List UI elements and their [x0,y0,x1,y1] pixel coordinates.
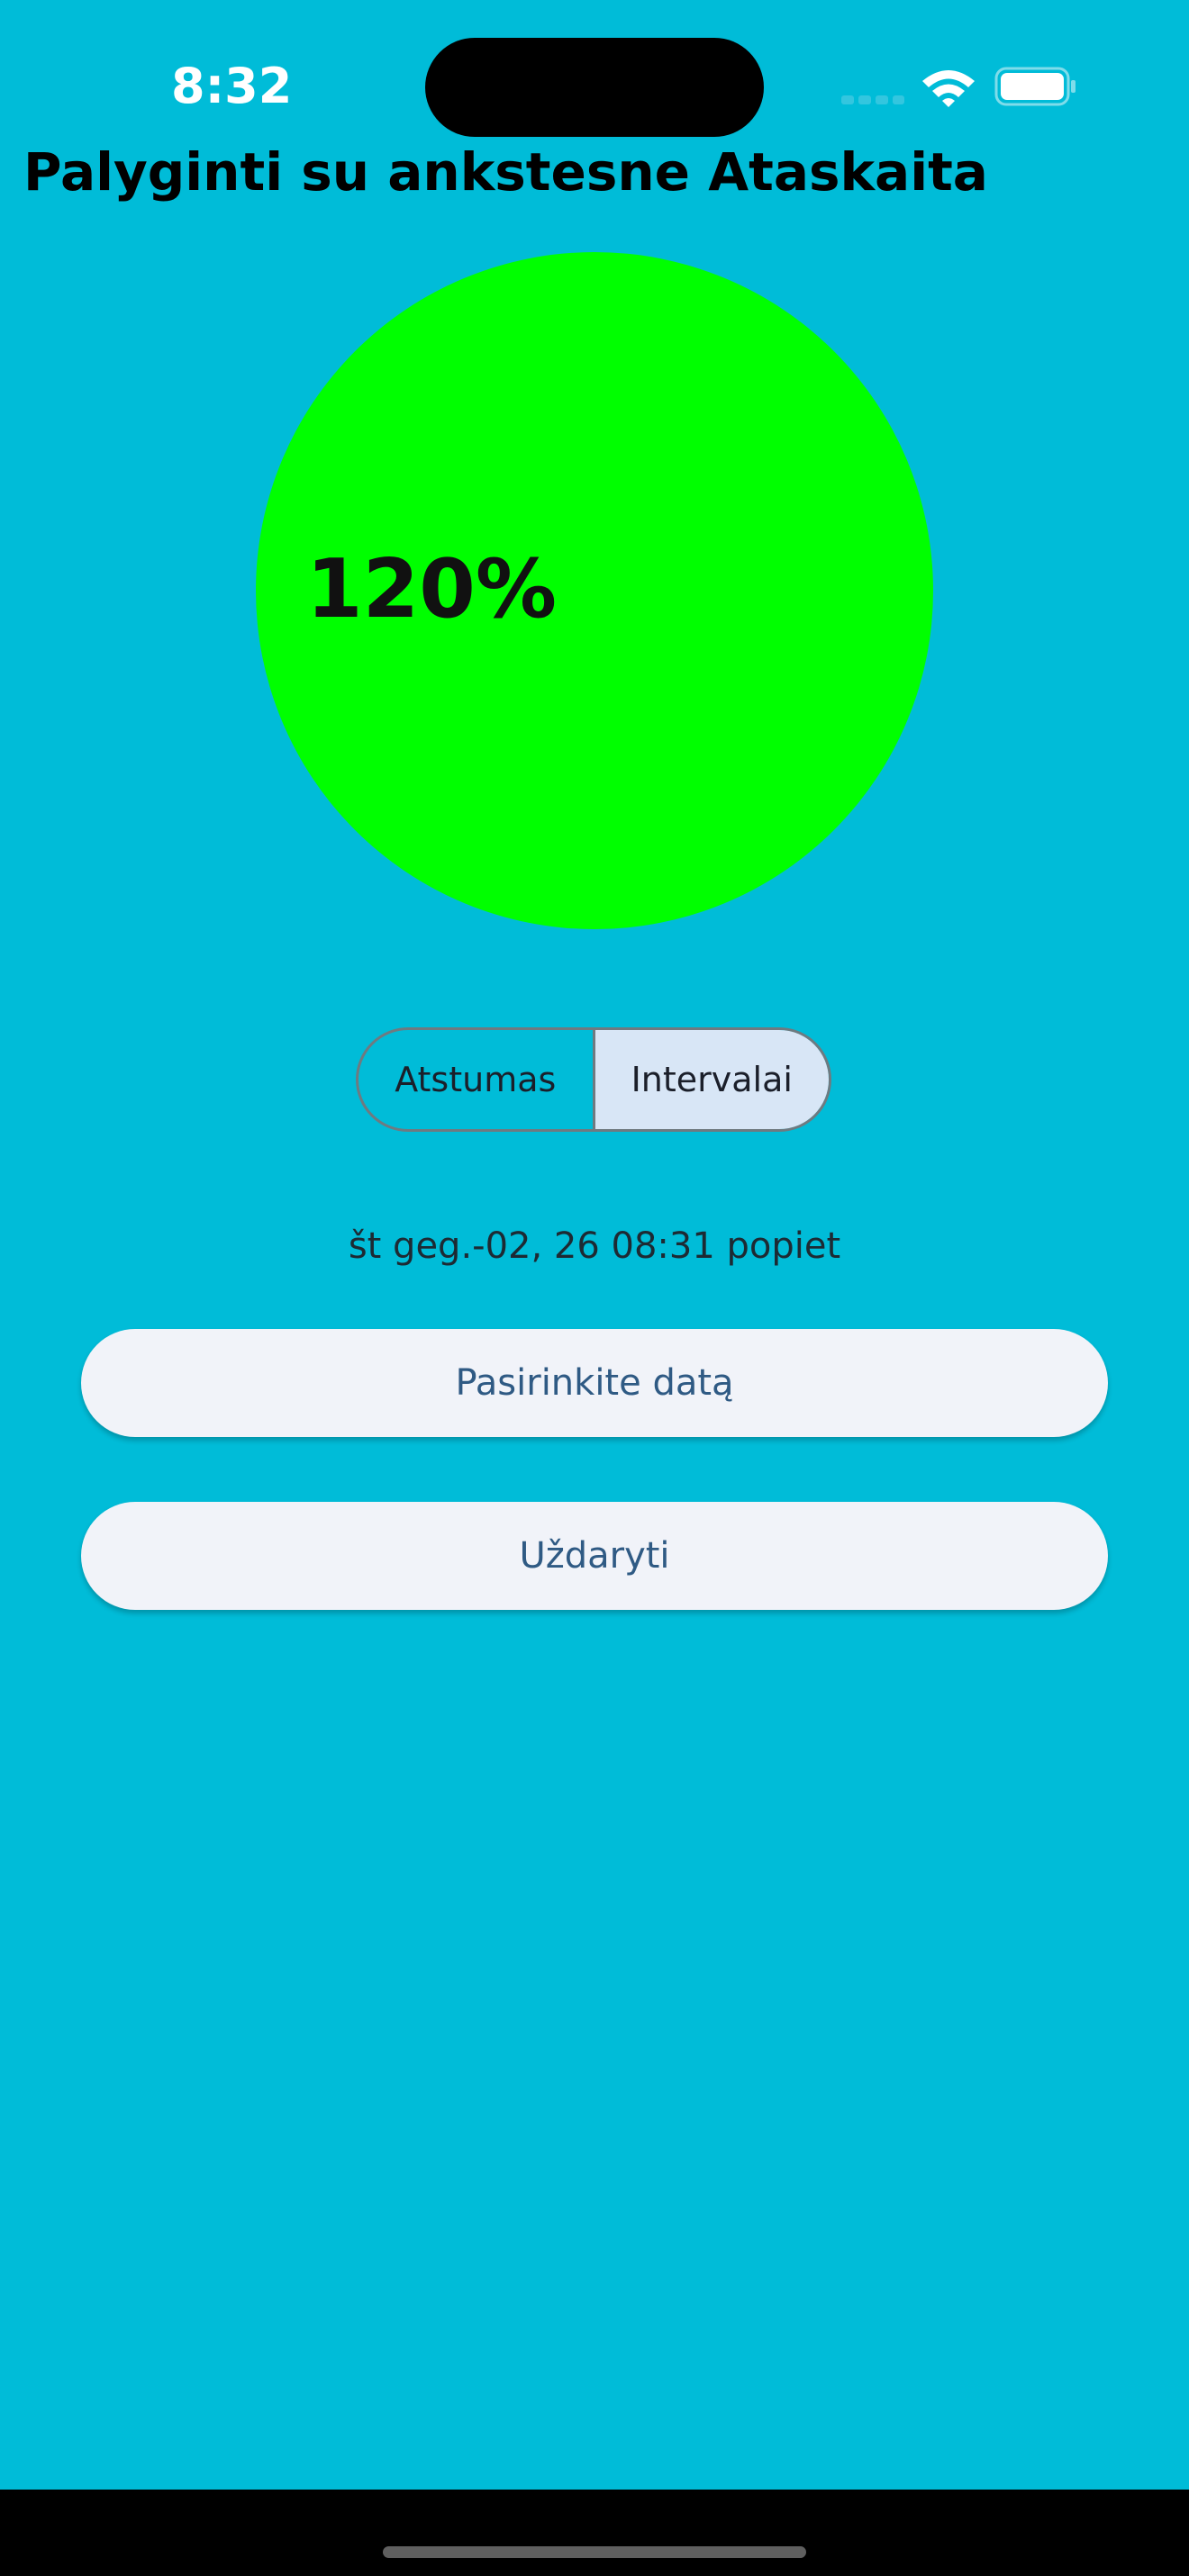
metric-segmented-control[interactable]: Atstumas Intervalai [356,1027,831,1132]
wifi-icon [922,70,975,107]
segment-distance[interactable]: Atstumas [359,1030,595,1129]
pick-date-button[interactable]: Pasirinkite datą [81,1329,1108,1437]
status-time: 8:32 [171,58,293,114]
status-bar: 8:32 [0,0,1189,137]
segment-intervals[interactable]: Intervalai [594,1030,829,1129]
home-bar-area [0,2490,1189,2576]
page-title: Palyginti su ankstesne Ataskaita [23,141,988,203]
gauge-percent-label: 120% [306,542,558,637]
dynamic-island [425,38,764,137]
close-button[interactable]: Uždaryti [81,1502,1108,1610]
battery-icon [994,67,1076,106]
cellular-signal-icon [841,95,904,104]
report-date: št geg.-02, 26 08:31 popiet [348,1225,841,1267]
home-indicator[interactable] [383,2546,806,2558]
